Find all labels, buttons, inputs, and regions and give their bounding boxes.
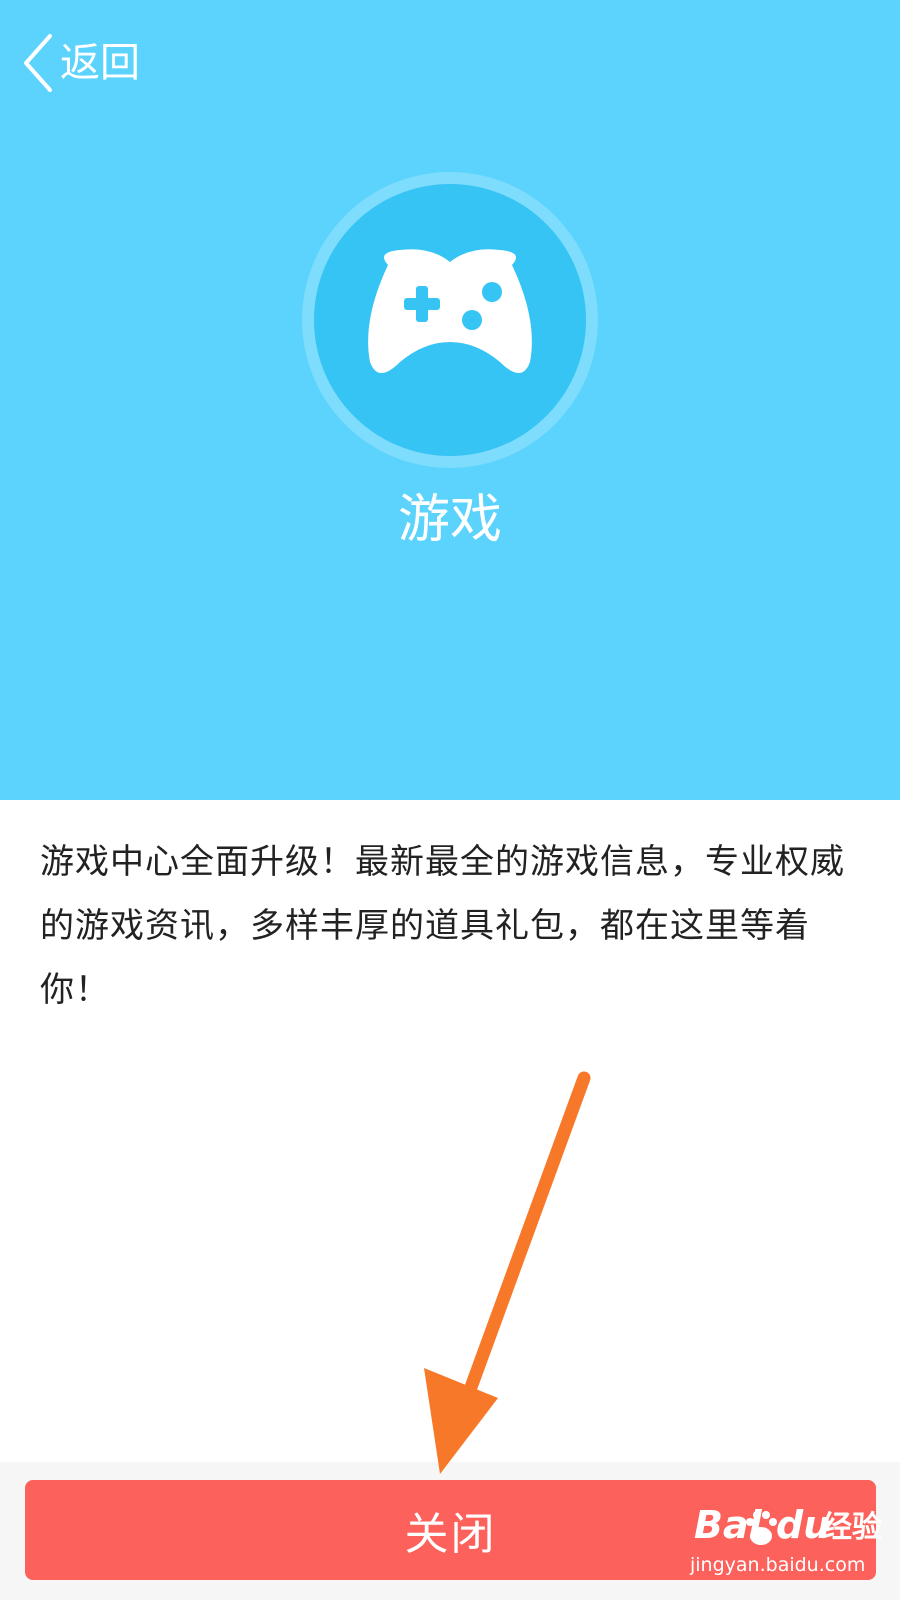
feature-title: 游戏 bbox=[397, 490, 502, 550]
feature-description: 游戏中心全面升级！最新最全的游戏信息，专业权威的游戏资讯，多样丰厚的道具礼包，都… bbox=[40, 842, 845, 1010]
back-label: 返回 bbox=[60, 40, 140, 86]
hero-banner: 返回 游戏 bbox=[0, 0, 900, 800]
feature-icon bbox=[300, 170, 600, 470]
close-button-label: 关闭 bbox=[404, 1509, 497, 1560]
back-button[interactable]: 返回 bbox=[20, 30, 140, 96]
close-button[interactable]: 关闭 bbox=[25, 1480, 876, 1580]
chevron-left-icon bbox=[24, 34, 52, 92]
